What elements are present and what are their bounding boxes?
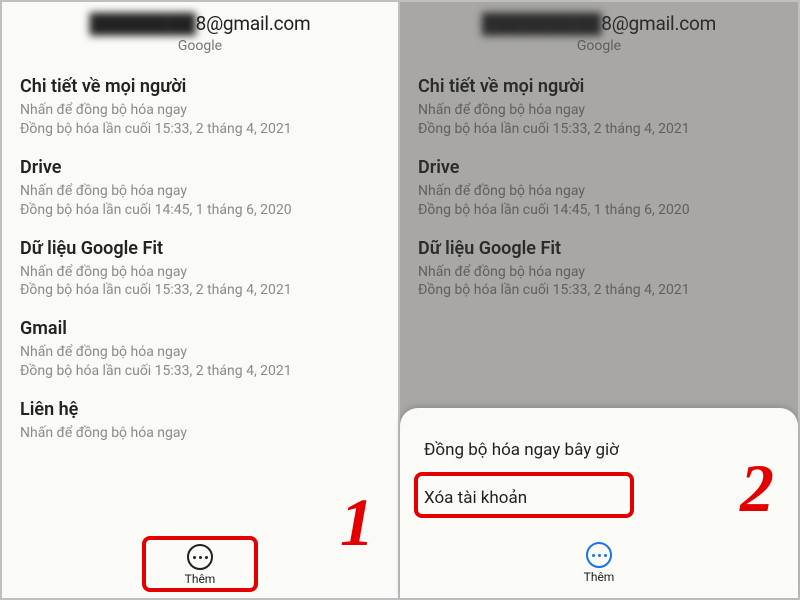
sync-list: Chi tiết về mọi người Nhấn để đồng bộ hó…	[400, 62, 798, 304]
sync-item-title: Drive	[418, 157, 780, 178]
sheet-remove-account[interactable]: Xóa tài khoản	[400, 474, 798, 522]
more-label: Thêm	[584, 570, 615, 584]
sync-item-sub: Nhấn để đồng bộ hóa ngay	[20, 343, 380, 362]
more-icon	[187, 544, 213, 570]
pane-step-1: ████████8@gmail.com Google Chi tiết về m…	[2, 2, 400, 598]
email-visible: 8@gmail.com	[196, 12, 311, 35]
more-button[interactable]: Thêm	[584, 542, 615, 584]
account-provider: Google	[400, 38, 798, 54]
more-icon	[586, 542, 612, 568]
sync-item-sub: Nhấn để đồng bộ hóa ngay	[20, 101, 380, 120]
account-header: ████████8@gmail.com Google	[2, 2, 398, 62]
sync-item-last: Đồng bộ hóa lần cuối 15:33, 2 tháng 4, 2…	[20, 362, 380, 381]
email-visible: 8@gmail.com	[601, 12, 716, 35]
sync-list: Chi tiết về mọi người Nhấn để đồng bộ hó…	[2, 62, 398, 447]
tutorial-two-panes: ████████8@gmail.com Google Chi tiết về m…	[0, 0, 800, 600]
sync-item-last: Đồng bộ hóa lần cuối 15:33, 2 tháng 4, 2…	[418, 120, 780, 139]
sync-item-googlefit[interactable]: Dữ liệu Google Fit Nhấn để đồng bộ hóa n…	[20, 224, 380, 305]
sync-item-sub: Nhấn để đồng bộ hóa ngay	[418, 101, 780, 120]
account-header: █████████8@gmail.com Google	[400, 2, 798, 62]
email-redacted: █████████	[482, 12, 601, 36]
sync-item-sub: Nhấn để đồng bộ hóa ngay	[20, 182, 380, 201]
sync-item-title: Dữ liệu Google Fit	[20, 238, 380, 259]
bottom-sheet: Đồng bộ hóa ngay bây giờ Xóa tài khoản T…	[400, 408, 798, 598]
sync-item-sub: Nhấn để đồng bộ hóa ngay	[20, 424, 380, 443]
sync-item-last: Đồng bộ hóa lần cuối 14:45, 1 tháng 6, 2…	[20, 201, 380, 220]
sync-item-drive[interactable]: Drive Nhấn để đồng bộ hóa ngay Đồng bộ h…	[418, 143, 780, 224]
sync-item-people[interactable]: Chi tiết về mọi người Nhấn để đồng bộ hó…	[20, 62, 380, 143]
more-button[interactable]: Thêm	[185, 544, 216, 586]
bottom-bar: Thêm	[400, 532, 798, 594]
sync-item-sub: Nhấn để đồng bộ hóa ngay	[418, 182, 780, 201]
pane-step-2: █████████8@gmail.com Google Chi tiết về …	[400, 2, 798, 598]
account-email: █████████8@gmail.com	[400, 12, 798, 36]
account-email: ████████8@gmail.com	[2, 12, 398, 36]
sync-item-sub: Nhấn để đồng bộ hóa ngay	[20, 263, 380, 282]
sync-item-last: Đồng bộ hóa lần cuối 15:33, 2 tháng 4, 2…	[20, 120, 380, 139]
email-redacted: ████████	[90, 12, 196, 36]
bottom-bar: Thêm	[2, 534, 398, 596]
sync-item-gmail[interactable]: Gmail Nhấn để đồng bộ hóa ngay Đồng bộ h…	[20, 304, 380, 385]
sync-item-googlefit[interactable]: Dữ liệu Google Fit Nhấn để đồng bộ hóa n…	[418, 224, 780, 305]
sync-item-last: Đồng bộ hóa lần cuối 14:45, 1 tháng 6, 2…	[418, 201, 780, 220]
sync-item-people[interactable]: Chi tiết về mọi người Nhấn để đồng bộ hó…	[418, 62, 780, 143]
sheet-sync-now[interactable]: Đồng bộ hóa ngay bây giờ	[400, 426, 798, 474]
sync-item-last: Đồng bộ hóa lần cuối 15:33, 2 tháng 4, 2…	[418, 281, 780, 300]
sync-item-title: Chi tiết về mọi người	[418, 76, 780, 97]
sync-item-sub: Nhấn để đồng bộ hóa ngay	[418, 263, 780, 282]
sync-item-title: Drive	[20, 157, 380, 178]
sync-item-contacts[interactable]: Liên hệ Nhấn để đồng bộ hóa ngay	[20, 385, 380, 447]
sync-item-title: Gmail	[20, 318, 380, 339]
sync-item-title: Chi tiết về mọi người	[20, 76, 380, 97]
sync-item-drive[interactable]: Drive Nhấn để đồng bộ hóa ngay Đồng bộ h…	[20, 143, 380, 224]
sync-item-title: Dữ liệu Google Fit	[418, 238, 780, 259]
account-provider: Google	[2, 38, 398, 54]
sync-item-last: Đồng bộ hóa lần cuối 15:33, 2 tháng 4, 2…	[20, 281, 380, 300]
sync-item-title: Liên hệ	[20, 399, 380, 420]
more-label: Thêm	[185, 572, 216, 586]
